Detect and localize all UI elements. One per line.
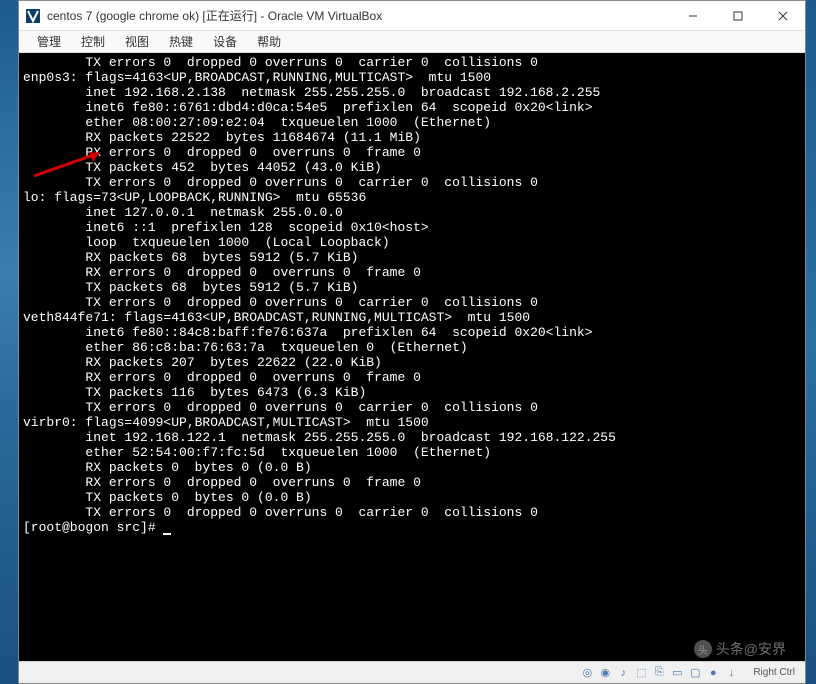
maximize-button[interactable]: [715, 1, 760, 31]
menu-control[interactable]: 控制: [71, 33, 115, 50]
terminal-line: lo: flags=73<UP,LOOPBACK,RUNNING> mtu 65…: [23, 190, 801, 205]
terminal-prompt: [root@bogon src]#: [23, 520, 163, 535]
terminal-line: RX errors 0 dropped 0 overruns 0 frame 0: [23, 370, 801, 385]
menubar: 管理 控制 视图 热键 设备 帮助: [19, 31, 805, 53]
terminal-line: TX errors 0 dropped 0 overruns 0 carrier…: [23, 295, 801, 310]
desktop-background-left: [0, 0, 18, 684]
usb-icon[interactable]: ⎘: [651, 665, 667, 681]
terminal-line: RX packets 207 bytes 22622 (22.0 KiB): [23, 355, 801, 370]
terminal-line: inet 192.168.2.138 netmask 255.255.255.0…: [23, 85, 801, 100]
hard-disk-icon[interactable]: ◎: [579, 665, 595, 681]
terminal-line: TX packets 0 bytes 0 (0.0 B): [23, 490, 801, 505]
terminal-line: RX packets 68 bytes 5912 (5.7 KiB): [23, 250, 801, 265]
terminal-line: loop txqueuelen 1000 (Local Loopback): [23, 235, 801, 250]
terminal-line: inet6 fe80::84c8:baff:fe76:637a prefixle…: [23, 325, 801, 340]
menu-help[interactable]: 帮助: [247, 33, 291, 50]
terminal-line: TX errors 0 dropped 0 overruns 0 carrier…: [23, 400, 801, 415]
terminal-line: inet 192.168.122.1 netmask 255.255.255.0…: [23, 430, 801, 445]
optical-drive-icon[interactable]: ◉: [597, 665, 613, 681]
terminal-line: inet6 fe80::6761:dbd4:d0ca:54e5 prefixle…: [23, 100, 801, 115]
terminal-line: RX errors 0 dropped 0 overruns 0 frame 0: [23, 145, 801, 160]
audio-icon[interactable]: ♪: [615, 665, 631, 681]
menu-view[interactable]: 视图: [115, 33, 159, 50]
terminal-line: TX packets 68 bytes 5912 (5.7 KiB): [23, 280, 801, 295]
mouse-integration-icon[interactable]: ↓: [723, 665, 739, 681]
terminal-line: TX packets 116 bytes 6473 (6.3 KiB): [23, 385, 801, 400]
virtualbox-window: centos 7 (google chrome ok) [正在运行] - Ora…: [18, 0, 806, 684]
menu-manage[interactable]: 管理: [27, 33, 71, 50]
terminal-line: RX errors 0 dropped 0 overruns 0 frame 0: [23, 475, 801, 490]
terminal-line: virbr0: flags=4099<UP,BROADCAST,MULTICAS…: [23, 415, 801, 430]
virtualbox-icon: [25, 8, 41, 24]
display-icon[interactable]: ▢: [687, 665, 703, 681]
shared-folder-icon[interactable]: ▭: [669, 665, 685, 681]
network-icon[interactable]: ⬚: [633, 665, 649, 681]
terminal-line: ether 52:54:00:f7:fc:5d txqueuelen 1000 …: [23, 445, 801, 460]
menu-hotkeys[interactable]: 热键: [159, 33, 203, 50]
terminal-line: ether 86:c8:ba:76:63:7a txqueuelen 0 (Et…: [23, 340, 801, 355]
terminal-line: TX errors 0 dropped 0 overruns 0 carrier…: [23, 505, 801, 520]
terminal-line: veth844fe71: flags=4163<UP,BROADCAST,RUN…: [23, 310, 801, 325]
terminal-line: RX packets 22522 bytes 11684674 (11.1 Mi…: [23, 130, 801, 145]
terminal-line: enp0s3: flags=4163<UP,BROADCAST,RUNNING,…: [23, 70, 801, 85]
terminal-line: RX packets 0 bytes 0 (0.0 B): [23, 460, 801, 475]
minimize-button[interactable]: [670, 1, 715, 31]
window-title: centos 7 (google chrome ok) [正在运行] - Ora…: [47, 7, 670, 24]
close-button[interactable]: [760, 1, 805, 31]
terminal-cursor: [163, 533, 171, 535]
terminal-line: TX packets 452 bytes 44052 (43.0 KiB): [23, 160, 801, 175]
terminal-line: inet6 ::1 prefixlen 128 scopeid 0x10<hos…: [23, 220, 801, 235]
terminal-line: ether 08:00:27:09:e2:04 txqueuelen 1000 …: [23, 115, 801, 130]
terminal-line: inet 127.0.0.1 netmask 255.0.0.0: [23, 205, 801, 220]
terminal-output[interactable]: TX errors 0 dropped 0 overruns 0 carrier…: [19, 53, 805, 661]
statusbar: ◎ ◉ ♪ ⬚ ⎘ ▭ ▢ ● ↓ Right Ctrl: [19, 661, 805, 683]
window-titlebar[interactable]: centos 7 (google chrome ok) [正在运行] - Ora…: [19, 1, 805, 31]
host-key-indicator[interactable]: Right Ctrl: [749, 667, 799, 678]
window-controls: [670, 1, 805, 31]
terminal-line: TX errors 0 dropped 0 overruns 0 carrier…: [23, 175, 801, 190]
desktop-background-right: [806, 0, 816, 684]
menu-devices[interactable]: 设备: [203, 33, 247, 50]
recording-icon[interactable]: ●: [705, 665, 721, 681]
terminal-line: TX errors 0 dropped 0 overruns 0 carrier…: [23, 55, 801, 70]
terminal-line: RX errors 0 dropped 0 overruns 0 frame 0: [23, 265, 801, 280]
